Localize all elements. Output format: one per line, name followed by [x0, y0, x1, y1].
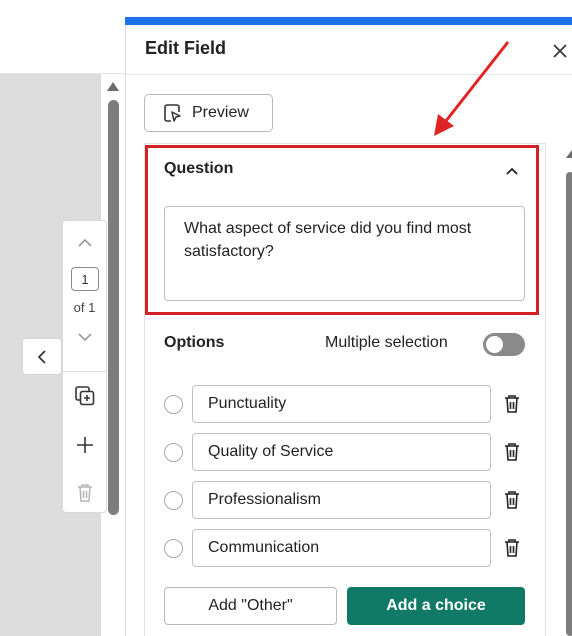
- option-row: Communication: [164, 529, 529, 567]
- add-other-button[interactable]: Add "Other": [164, 587, 337, 625]
- current-page-indicator[interactable]: 1: [71, 267, 99, 291]
- option-row: Punctuality: [164, 385, 529, 423]
- duplicate-page-button[interactable]: [63, 383, 106, 409]
- option-radio[interactable]: [164, 395, 183, 414]
- canvas-scrollbar-thumb[interactable]: [108, 100, 119, 515]
- chevron-up-icon: [506, 167, 518, 175]
- page-count-label: of 1: [73, 300, 96, 315]
- panel-scrollbar-thumb[interactable]: [566, 172, 572, 636]
- option-row: Professionalism: [164, 481, 529, 519]
- question-label: Question: [164, 160, 234, 177]
- chevron-left-icon: [37, 349, 46, 364]
- panel-accent-bar: [125, 17, 572, 25]
- close-icon: [553, 44, 567, 58]
- option-row: Quality of Service: [164, 433, 529, 471]
- page-navigator: 1 of 1: [62, 220, 107, 513]
- trash-icon: [505, 491, 519, 509]
- add-page-button[interactable]: [63, 433, 106, 457]
- delete-option-button[interactable]: [503, 490, 521, 515]
- panel-title: Edit Field: [145, 38, 226, 58]
- delete-page-button[interactable]: [63, 481, 106, 505]
- question-textarea[interactable]: What aspect of service did you find most…: [164, 206, 525, 301]
- add-choice-button[interactable]: Add a choice: [347, 587, 525, 625]
- trash-icon: [505, 395, 519, 413]
- chevron-up-icon: [77, 238, 92, 247]
- trash-icon: [77, 484, 92, 502]
- canvas-topbar: [0, 0, 125, 74]
- plus-icon: [76, 437, 93, 453]
- trash-icon: [505, 539, 519, 557]
- delete-option-button[interactable]: [503, 538, 521, 563]
- collapse-question-button[interactable]: [505, 163, 519, 181]
- option-radio[interactable]: [164, 443, 183, 462]
- preview-icon: [164, 104, 181, 122]
- preview-button[interactable]: Preview: [144, 94, 273, 132]
- chevron-down-icon: [77, 333, 92, 342]
- delete-option-button[interactable]: [503, 394, 521, 419]
- page-nav-divider: [63, 371, 106, 372]
- option-input[interactable]: Communication: [192, 529, 491, 567]
- panel-scroll-up-arrow-icon[interactable]: [566, 150, 572, 158]
- annotation-arrow-icon: [434, 41, 510, 136]
- option-input[interactable]: Professionalism: [192, 481, 491, 519]
- next-page-button[interactable]: [63, 327, 106, 347]
- multiple-selection-label: Multiple selection: [325, 334, 448, 351]
- option-input[interactable]: Quality of Service: [192, 433, 491, 471]
- collapse-panel-button[interactable]: [22, 338, 62, 375]
- duplicate-icon: [74, 386, 94, 406]
- trash-icon: [505, 443, 519, 461]
- toggle-knob: [486, 336, 503, 353]
- previous-page-button[interactable]: [63, 233, 106, 253]
- delete-option-button[interactable]: [503, 442, 521, 467]
- multiple-selection-toggle[interactable]: [483, 333, 525, 356]
- options-label: Options: [164, 334, 225, 351]
- preview-label: Preview: [192, 104, 249, 121]
- option-radio[interactable]: [164, 491, 183, 510]
- option-input[interactable]: Punctuality: [192, 385, 491, 423]
- option-radio[interactable]: [164, 539, 183, 558]
- scroll-up-arrow-icon[interactable]: [107, 82, 119, 91]
- close-button[interactable]: [551, 42, 569, 60]
